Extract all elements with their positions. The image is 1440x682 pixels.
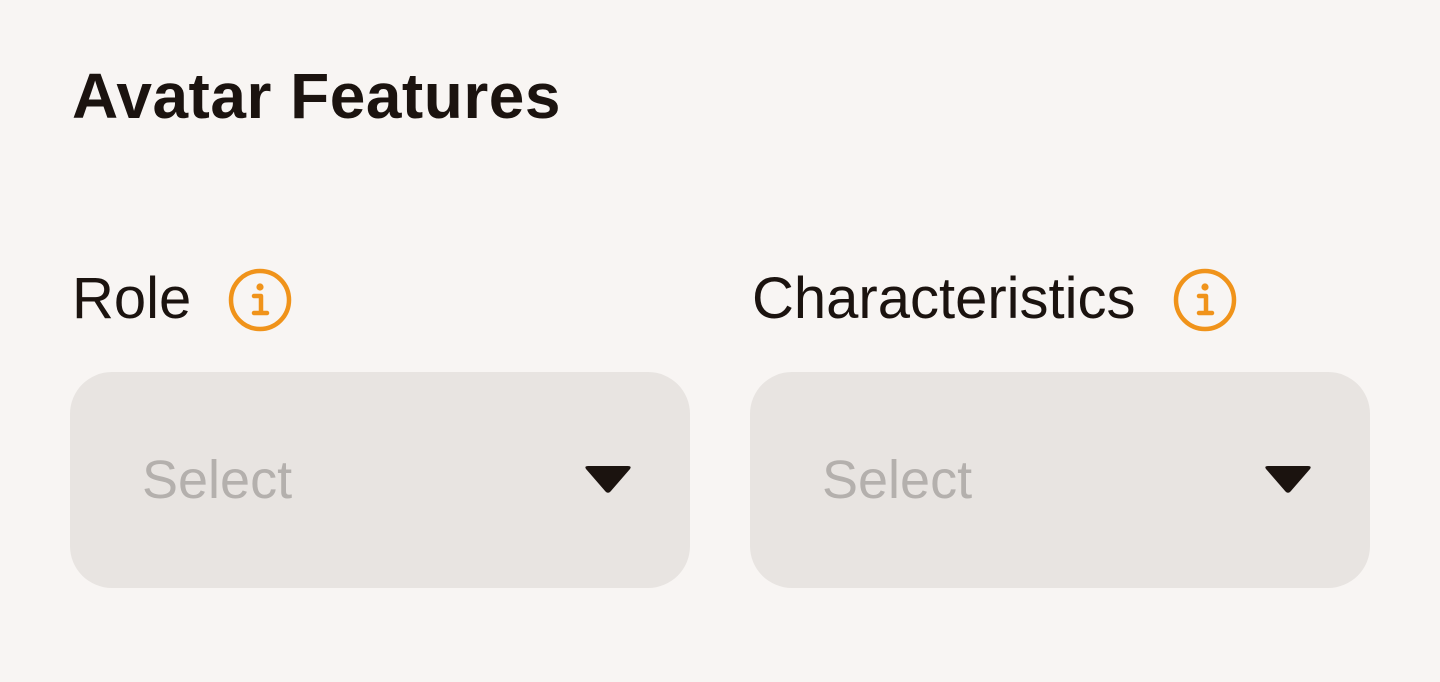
role-select-placeholder: Select bbox=[142, 450, 293, 510]
section-title: Avatar Features bbox=[72, 60, 561, 132]
role-label: Role bbox=[72, 266, 192, 331]
caret-down-icon bbox=[1265, 466, 1311, 493]
role-label-row: Role bbox=[70, 262, 690, 336]
caret-down-icon bbox=[585, 466, 631, 493]
role-field: Role Select bbox=[70, 262, 690, 588]
characteristics-select[interactable]: Select bbox=[750, 372, 1370, 588]
info-circle-icon[interactable] bbox=[1172, 267, 1238, 333]
characteristics-label-row: Characteristics bbox=[750, 262, 1370, 336]
role-select[interactable]: Select bbox=[70, 372, 690, 588]
characteristics-select-placeholder: Select bbox=[822, 450, 973, 510]
characteristics-label: Characteristics bbox=[752, 266, 1136, 331]
info-circle-icon[interactable] bbox=[227, 267, 293, 333]
characteristics-field: Characteristics Select bbox=[750, 262, 1370, 588]
